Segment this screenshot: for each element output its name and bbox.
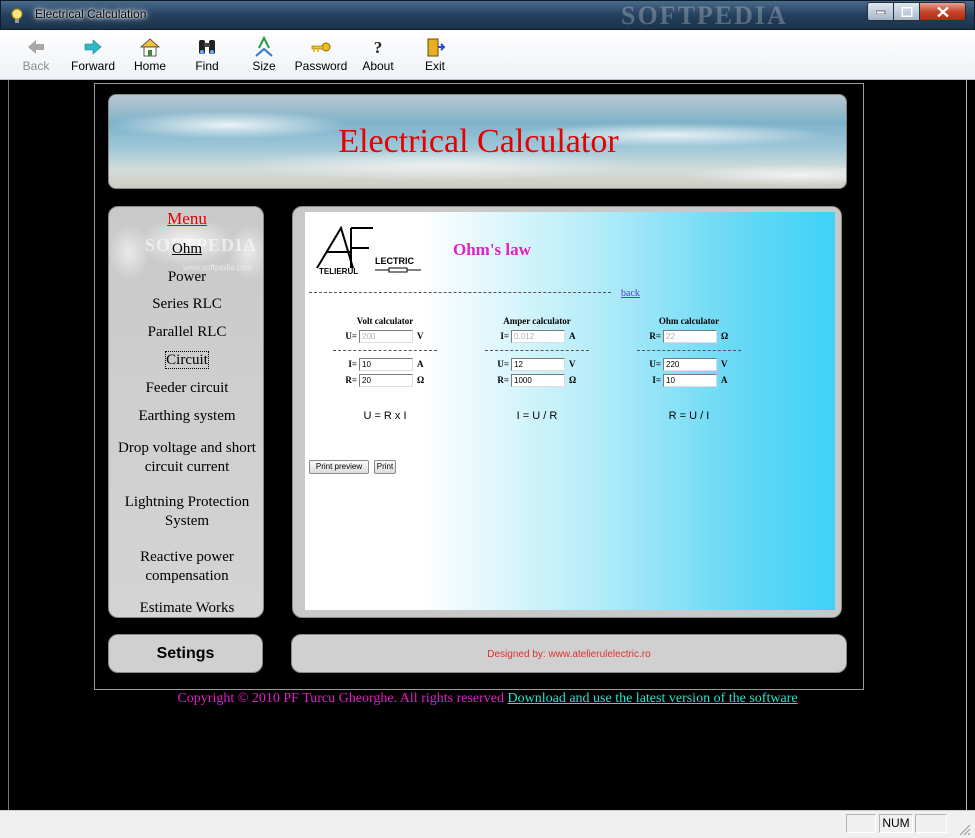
ohm-formula: R = U / I — [668, 410, 710, 422]
window-titlebar: Electrical Calculation SOFTPEDIA — [0, 0, 975, 30]
ohm-result-field[interactable] — [663, 330, 717, 343]
amper-result-field[interactable] — [511, 330, 565, 343]
close-button[interactable] — [919, 2, 966, 21]
ohm-current-input[interactable] — [663, 374, 717, 387]
minimize-icon — [875, 10, 885, 14]
status-bar: NUM — [0, 810, 975, 838]
password-button[interactable]: Password — [293, 34, 349, 76]
svg-text:?: ? — [374, 38, 383, 57]
back-link[interactable]: back — [621, 288, 640, 299]
logo-text-top: LECTRIC — [375, 256, 414, 266]
volt-current-input[interactable] — [359, 358, 413, 371]
volt-formula: U = R x I — [363, 410, 407, 422]
calc-heading: Volt calculator — [356, 316, 414, 326]
status-pane — [846, 814, 876, 833]
volt-result-field[interactable] — [359, 330, 413, 343]
toolbar: Back Forward Home Find Size Password ? A… — [0, 30, 975, 80]
ohm-law-page: LECTRIC TELIERUL Ohm's law back Volt cal… — [305, 212, 835, 610]
lightbulb-icon — [11, 8, 23, 23]
designed-by: Designed by: www.atelierulelectric.ro — [291, 634, 847, 673]
minimize-button[interactable] — [867, 2, 894, 21]
about-button[interactable]: ? About — [350, 34, 406, 76]
calc-heading: Ohm calculator — [658, 316, 720, 326]
menu-item-feeder-circuit[interactable]: Feeder circuit — [109, 379, 263, 398]
exit-button[interactable]: Exit — [407, 34, 463, 76]
side-menu: SOFTPEDIA www.softpedia.com Menu Ohm Pow… — [108, 206, 264, 618]
copyright-text: Copyright © 2010 PF Turcu Gheorghe. All … — [177, 691, 504, 706]
divider — [333, 350, 437, 351]
back-arrow-icon — [28, 40, 44, 54]
amper-voltage-input[interactable] — [511, 358, 565, 371]
divider — [485, 350, 589, 351]
menu-item-circuit[interactable]: Circuit — [109, 351, 263, 370]
menu-item-series-rlc[interactable]: Series RLC — [109, 295, 263, 314]
menu-item-earthing-system[interactable]: Earthing system — [109, 407, 263, 426]
divider — [637, 350, 741, 351]
amper-formula: I = U / R — [516, 410, 558, 422]
logo-text-bottom: TELIERUL — [319, 267, 358, 276]
maximize-icon — [901, 6, 912, 17]
status-pane — [915, 814, 947, 833]
settings-button[interactable]: Setings — [108, 634, 263, 673]
question-icon: ? — [374, 38, 383, 57]
binoculars-icon — [199, 40, 215, 54]
banner-title: Electrical Calculator — [338, 123, 619, 160]
page-title: Ohm's law — [453, 240, 531, 259]
print-button[interactable]: Print — [374, 460, 396, 474]
divider — [309, 292, 611, 293]
header-banner: Electrical Calculator — [108, 94, 847, 189]
menu-heading: Menu — [167, 209, 207, 228]
num-lock-indicator: NUM — [879, 814, 913, 833]
atelierul-electric-logo: LECTRIC TELIERUL — [316, 225, 421, 276]
key-icon — [311, 42, 331, 52]
menu-item-ohm[interactable]: Ohm — [109, 240, 263, 259]
exit-door-icon — [427, 38, 446, 57]
menu-item-reactive-power[interactable]: Reactive power compensation — [109, 548, 263, 586]
close-icon — [936, 6, 949, 17]
menu-item-power[interactable]: Power — [109, 268, 263, 287]
forward-button[interactable]: Forward — [65, 34, 121, 76]
forward-arrow-icon — [84, 39, 102, 55]
menu-item-lightning-protection[interactable]: Lightning Protection System — [109, 493, 263, 531]
footer-copyright: Copyright © 2010 PF Turcu Gheorghe. All … — [0, 691, 975, 707]
download-link[interactable]: Download and use the latest version of t… — [508, 691, 798, 706]
resize-grip-icon[interactable] — [958, 823, 972, 837]
home-icon — [139, 38, 161, 57]
designed-by-text: Designed by: www.atelierulelectric.ro — [487, 649, 651, 660]
print-preview-button[interactable]: Print preview — [309, 460, 369, 474]
volt-resistance-input[interactable] — [359, 374, 413, 387]
menu-item-estimate-works[interactable]: Estimate Works — [109, 599, 263, 617]
watermark: SOFTPEDIA — [621, 1, 788, 30]
home-button[interactable]: Home — [122, 34, 178, 76]
menu-item-parallel-rlc[interactable]: Parallel RLC — [109, 323, 263, 342]
find-button[interactable]: Find — [179, 34, 235, 76]
back-button[interactable]: Back — [8, 34, 64, 76]
font-size-icon — [255, 36, 273, 57]
size-button[interactable]: Size — [236, 34, 292, 76]
amper-resistance-input[interactable] — [511, 374, 565, 387]
maximize-button[interactable] — [893, 2, 920, 21]
calc-heading: Amper calculator — [503, 316, 571, 326]
main-panel: LECTRIC TELIERUL Ohm's law back Volt cal… — [292, 206, 842, 618]
window-title: Electrical Calculation — [35, 7, 147, 21]
menu-item-drop-voltage[interactable]: Drop voltage and short circuit current — [109, 439, 263, 477]
ohm-voltage-input[interactable] — [663, 358, 717, 371]
